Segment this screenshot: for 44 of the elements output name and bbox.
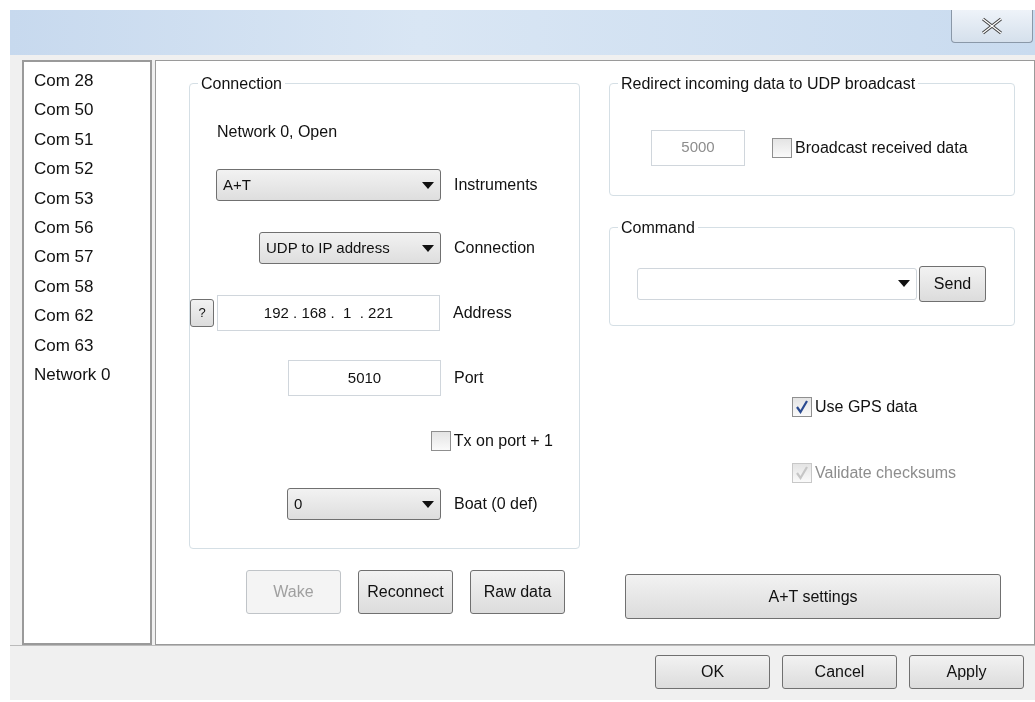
- checkbox-label: Use GPS data: [815, 397, 918, 417]
- field-label: Instruments: [453, 175, 539, 195]
- port-list-item[interactable]: Com 51: [32, 124, 150, 155]
- caret-icon: [898, 280, 910, 287]
- port-list-item[interactable]: Com 52: [32, 154, 150, 184]
- port-list-item[interactable]: Com 62: [32, 301, 150, 331]
- action-button[interactable]: Reconnect: [358, 570, 453, 614]
- field-label: Boat (0 def): [453, 494, 539, 514]
- help-button[interactable]: ?: [190, 299, 214, 327]
- port-list-item[interactable]: Com 63: [32, 330, 150, 361]
- caret-icon: [422, 244, 434, 252]
- caret-icon: [422, 181, 434, 189]
- group-title: Redirect incoming data to UDP broadcast: [618, 74, 919, 94]
- port-list-item[interactable]: Com 56: [32, 213, 150, 243]
- port-list-item[interactable]: Com 53: [32, 183, 150, 214]
- field-label: Connection: [453, 238, 536, 258]
- port-list-item[interactable]: Network 0: [32, 360, 150, 390]
- port-field[interactable]: 5010: [288, 360, 441, 396]
- dropdown[interactable]: UDP to IP address: [259, 232, 441, 264]
- field-label: Port: [453, 368, 485, 388]
- send-button[interactable]: Send: [919, 265, 986, 302]
- port-list-item[interactable]: Com 50: [32, 95, 150, 125]
- close-button[interactable]: [951, 10, 1033, 43]
- dropdown[interactable]: 0: [287, 488, 441, 520]
- dialog-button[interactable]: Apply: [909, 655, 1024, 689]
- dropdown[interactable]: A+T: [216, 169, 441, 201]
- dialog-button[interactable]: Cancel: [782, 655, 897, 689]
- settings-button[interactable]: A+T settings: [625, 574, 1001, 619]
- checkbox-label: Tx on port + 1: [453, 431, 553, 451]
- action-button[interactable]: Raw data: [470, 570, 565, 614]
- dialog-button[interactable]: OK: [655, 655, 770, 689]
- port-list-item[interactable]: Com 57: [32, 242, 150, 272]
- field-label: Address: [452, 303, 513, 323]
- close-icon: [980, 17, 1004, 35]
- port-list-item[interactable]: Com 28: [32, 66, 150, 96]
- port-list-item[interactable]: Com 58: [32, 271, 150, 302]
- status-text: Network 0, Open: [217, 122, 338, 142]
- caret-icon: [422, 500, 434, 508]
- checkbox[interactable]: [772, 137, 792, 158]
- checkbox[interactable]: [792, 397, 812, 417]
- checkbox[interactable]: [430, 431, 451, 451]
- checkbox-label: Broadcast received data: [795, 137, 968, 158]
- checkbox-label: Validate checksums: [815, 463, 957, 483]
- ip-address-field[interactable]: 192 . 168 . 1 . 221: [217, 295, 440, 331]
